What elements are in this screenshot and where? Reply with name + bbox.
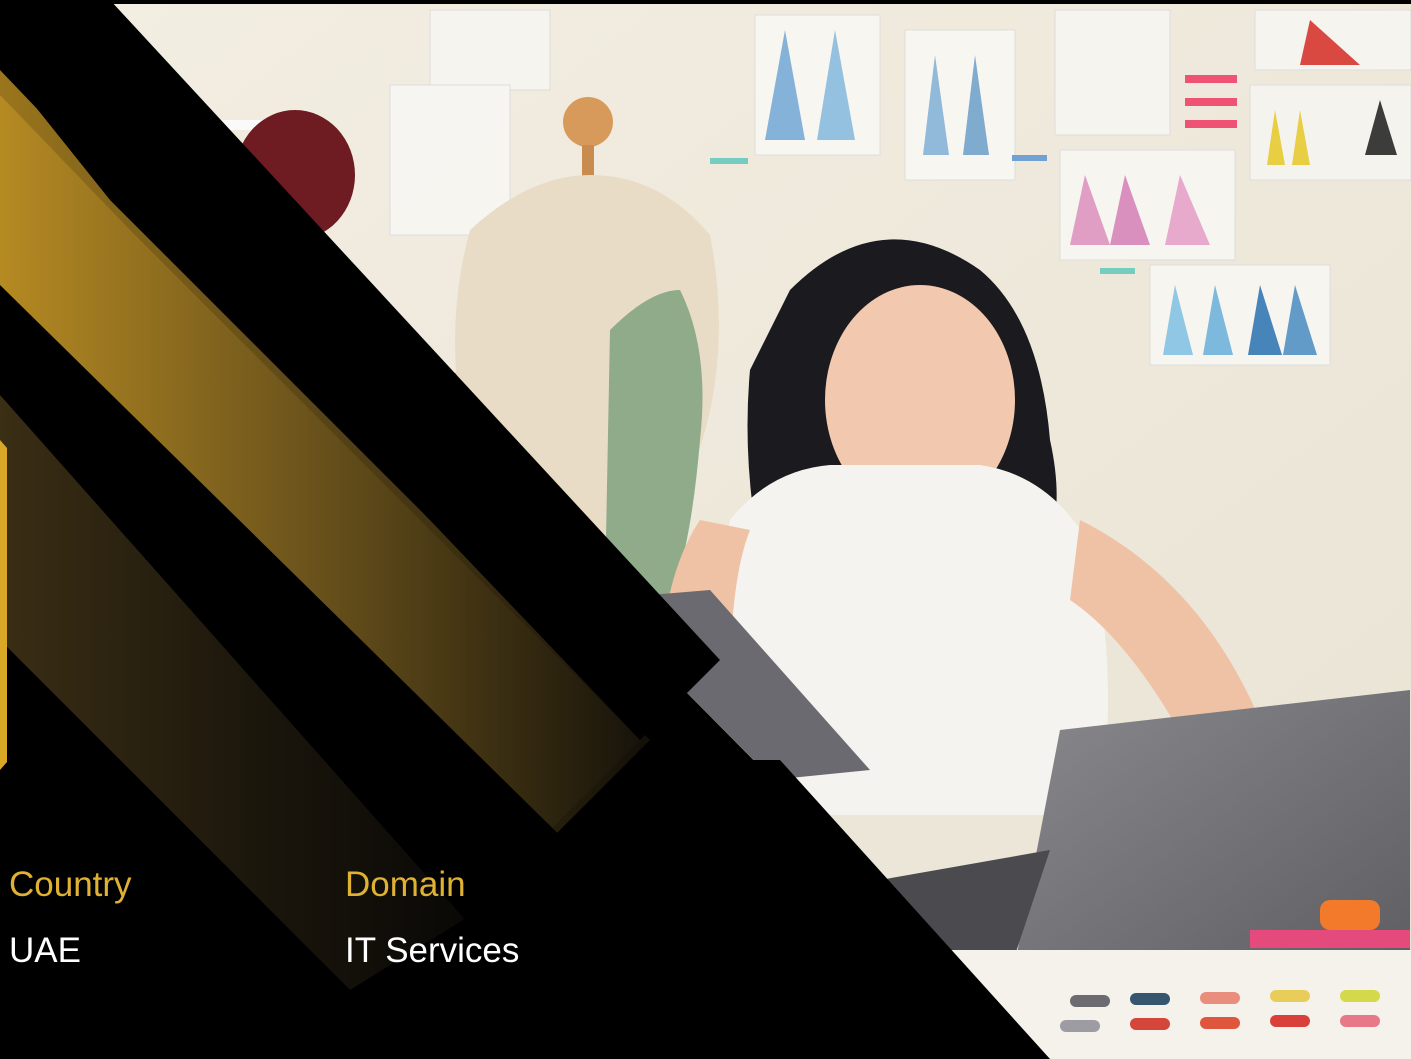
domain-value: IT Services	[345, 931, 520, 970]
country-info: Country UAE	[9, 862, 132, 974]
country-value: UAE	[9, 931, 81, 970]
gold-frame-edge	[0, 440, 7, 770]
hero-banner	[0, 0, 1411, 1059]
domain-label: Domain	[345, 865, 466, 904]
domain-info: Domain IT Services	[345, 862, 519, 974]
country-label: Country	[9, 865, 132, 904]
